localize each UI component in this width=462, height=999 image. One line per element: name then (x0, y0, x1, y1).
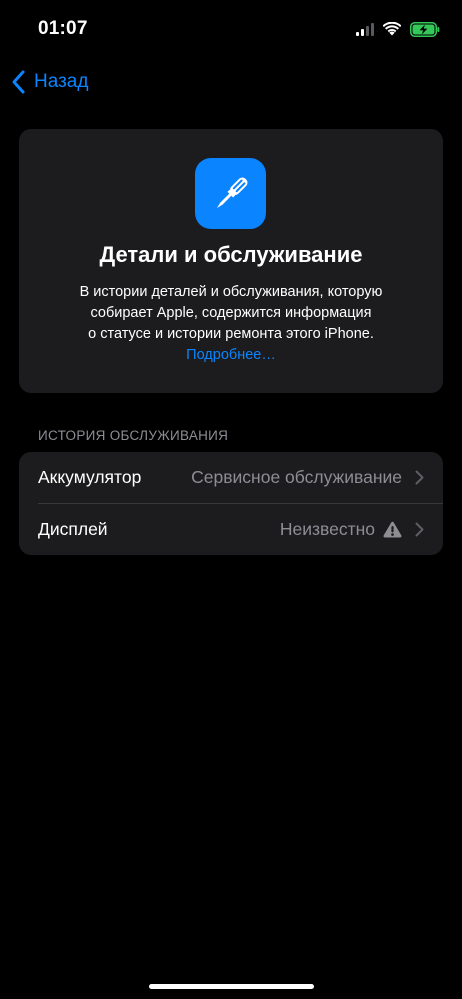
row-value: Сервисное обслуживание (191, 467, 402, 488)
chevron-right-icon (415, 470, 424, 485)
chevron-right-icon (415, 522, 424, 537)
status-time: 01:07 (38, 18, 88, 39)
back-button[interactable]: Назад (10, 66, 88, 98)
status-bar: 01:07 (0, 0, 462, 58)
learn-more-link[interactable]: Подробнее… (19, 345, 443, 366)
screwdriver-icon (216, 176, 248, 208)
status-icons (356, 19, 440, 39)
section-header-service-history: ИСТОРИЯ ОБСЛУЖИВАНИЯ (38, 428, 229, 443)
row-value-text: Сервисное обслуживание (191, 467, 402, 487)
card-description-line: о статусе и истории ремонта этого iPhone… (88, 326, 374, 342)
chevron-left-icon (12, 70, 25, 94)
battery-charging-icon (410, 21, 440, 37)
back-label: Назад (34, 71, 89, 92)
row-label: Дисплей (38, 519, 108, 539)
row-label: Аккумулятор (38, 467, 142, 487)
row-value-text: Неизвестно (279, 519, 375, 539)
service-history-list: Аккумулятор Сервисное обслуживание Диспл… (19, 452, 443, 555)
warning-icon (383, 521, 402, 538)
card-description-line: собирает Apple, содержится информация (90, 305, 372, 321)
list-row-display[interactable]: Дисплей Неизвестно (19, 504, 443, 555)
row-value: Неизвестно (280, 519, 402, 540)
card-description: В истории деталей и обслуживания, котору… (41, 282, 421, 345)
home-indicator[interactable] (149, 984, 314, 989)
cellular-signal-icon (356, 22, 374, 36)
card-title: Детали и обслуживание (99, 242, 363, 267)
parts-service-info-card: Детали и обслуживание В истории деталей … (19, 129, 443, 393)
list-row-battery[interactable]: Аккумулятор Сервисное обслуживание (19, 452, 443, 503)
parts-service-app-icon (195, 158, 266, 229)
wifi-icon (383, 22, 401, 36)
card-description-line: В истории деталей и обслуживания, котору… (79, 284, 383, 300)
